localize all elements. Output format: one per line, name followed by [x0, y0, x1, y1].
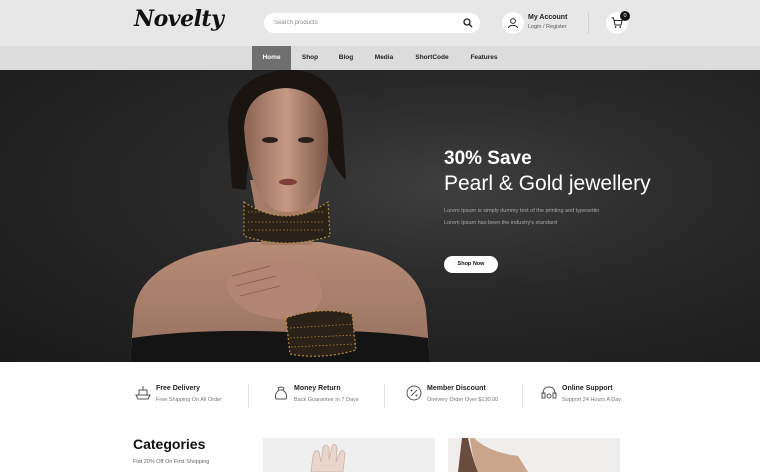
nav-item-media[interactable]: Media	[369, 46, 399, 70]
account-button[interactable]	[502, 12, 524, 34]
ship-icon	[135, 386, 151, 400]
feature-member-discount: Member Discount Onevery Order Over $130.…	[405, 382, 517, 410]
cart-count-badge: 0	[620, 11, 630, 21]
categories-title: Categories	[133, 436, 206, 452]
discount-icon	[406, 385, 422, 401]
hero-description-line-1: Lorem Ipsum is simply dummy text of the …	[444, 208, 600, 214]
account-title[interactable]: My Account	[528, 14, 567, 21]
category-image	[310, 444, 346, 472]
feature-title: Money Return	[294, 385, 341, 392]
search-icon[interactable]	[463, 18, 473, 28]
nav-item-home[interactable]: Home	[252, 46, 291, 70]
search-bar	[264, 13, 480, 33]
hero-title: Pearl & Gold jewellery	[444, 172, 651, 195]
money-bag-icon	[274, 386, 288, 400]
categories-subtitle: Flat 20% Off On First Shopping	[133, 459, 210, 465]
feature-subtitle: Support 24 Hours A Day	[562, 397, 622, 403]
site-header: Novelty My Account Login / Register 0	[0, 0, 760, 46]
feature-subtitle: Onevery Order Over $130.00	[427, 397, 499, 403]
hero-description-line-2: Lorem Ipsum has been the industry's stan…	[444, 220, 557, 226]
nav-item-shop[interactable]: Shop	[295, 46, 325, 70]
feature-title: Online Support	[562, 385, 613, 392]
nav-item-features[interactable]: Features	[464, 46, 504, 70]
category-card[interactable]	[263, 438, 435, 472]
feature-title: Free Delivery	[156, 385, 200, 392]
feature-free-delivery: Free Delivery Free Shipping On All Order	[134, 382, 244, 410]
feature-divider	[384, 384, 385, 408]
site-logo[interactable]: Novelty	[134, 6, 224, 32]
headset-icon	[541, 386, 557, 399]
header-divider	[588, 12, 589, 34]
feature-subtitle: Back Guarantee In 7 Days	[294, 397, 359, 403]
feature-divider	[522, 384, 523, 408]
hero-banner: 30% Save Pearl & Gold jewellery Lorem Ip…	[0, 70, 760, 362]
hero-model-image	[130, 70, 430, 362]
feature-online-support: Online Support Support 24 Hours A Day	[540, 382, 640, 410]
feature-subtitle: Free Shipping On All Order	[156, 397, 223, 403]
search-input[interactable]	[274, 16, 454, 30]
login-register-link[interactable]: Login / Register	[528, 24, 567, 30]
hero-offer: 30% Save	[444, 148, 532, 169]
shop-now-button[interactable]: Shop Now	[444, 256, 498, 273]
category-card[interactable]	[448, 438, 620, 472]
feature-money-return: Money Return Back Guarantee In 7 Days	[272, 382, 382, 410]
user-icon	[508, 18, 518, 29]
nav-item-blog[interactable]: Blog	[333, 46, 359, 70]
category-image	[458, 438, 528, 472]
main-nav: Home Shop Blog Media ShortCode Features	[0, 46, 760, 70]
nav-item-shortcode[interactable]: ShortCode	[410, 46, 454, 70]
feature-divider	[248, 384, 249, 408]
feature-title: Member Discount	[427, 385, 486, 392]
